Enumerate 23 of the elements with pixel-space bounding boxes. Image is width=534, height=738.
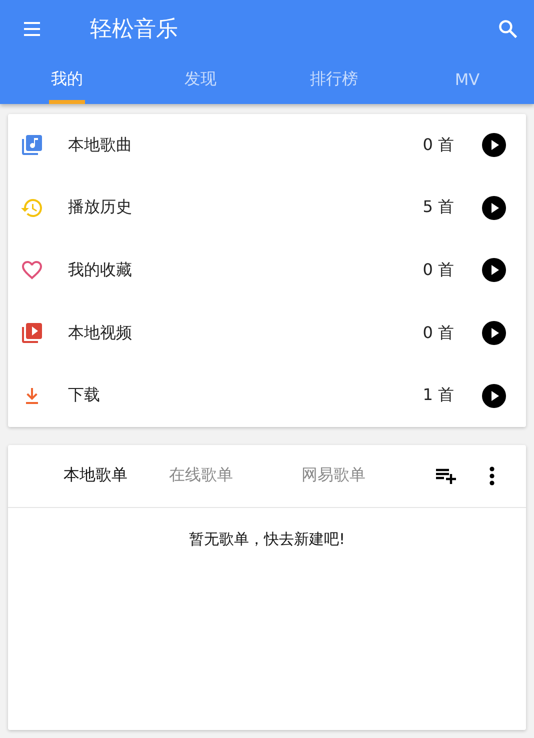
play-button[interactable] <box>482 196 506 220</box>
search-icon[interactable] <box>496 17 520 41</box>
playlist-tab[interactable]: 在线歌单 <box>169 465 302 486</box>
play-button[interactable] <box>482 258 506 282</box>
music-library-icon <box>20 133 44 158</box>
playlist-tab[interactable]: 网易歌单 <box>302 465 434 486</box>
song-count: 1 首 <box>422 385 454 406</box>
library-item[interactable]: 下载 <box>68 385 423 406</box>
library-item[interactable]: 本地视频 <box>68 322 423 344</box>
play-button[interactable] <box>482 133 506 158</box>
play-button[interactable] <box>482 384 506 408</box>
song-count: 0 首 <box>422 134 454 156</box>
playlist-tab[interactable]: 本地歌单 <box>22 465 169 486</box>
app-title: 轻松音乐 <box>90 16 179 44</box>
song-count: 0 首 <box>422 260 454 281</box>
library-item[interactable]: 我的收藏 <box>68 260 423 281</box>
library-item[interactable]: 本地歌曲 <box>68 134 423 156</box>
empty-message: 暂无歌单，快去新建吧! <box>188 530 346 549</box>
library-item[interactable]: 播放历史 <box>68 197 423 218</box>
video-library-icon <box>20 321 44 346</box>
song-count: 5 首 <box>422 197 454 218</box>
song-count: 0 首 <box>422 322 454 344</box>
play-button[interactable] <box>482 321 506 346</box>
